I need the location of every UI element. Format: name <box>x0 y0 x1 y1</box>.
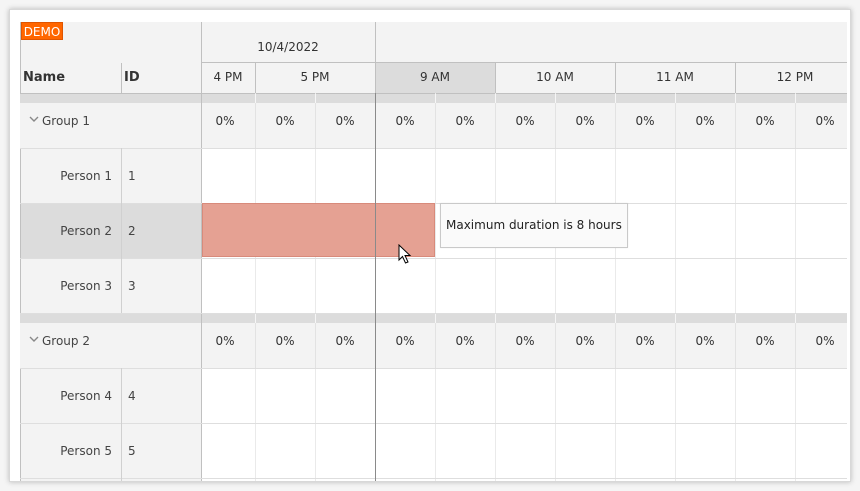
hour-header-12pm: 12 PM <box>776 70 814 84</box>
separator-tick <box>255 314 256 323</box>
row-name-person-1[interactable]: Person 1 <box>40 169 112 183</box>
row-line <box>20 423 847 424</box>
row-id-person-4: 4 <box>128 389 136 403</box>
hour-divider <box>615 63 616 93</box>
separator-tick <box>315 94 316 103</box>
separator-tick <box>675 94 676 103</box>
id-col-divider <box>121 368 122 481</box>
load-cell: 0% <box>635 114 655 128</box>
separator-tick <box>675 314 676 323</box>
chevron-down-icon[interactable] <box>28 333 40 345</box>
load-cell: 0% <box>395 334 415 348</box>
id-col-divider <box>121 148 122 313</box>
hour-divider <box>735 63 736 93</box>
load-cell: 0% <box>695 334 715 348</box>
row-id-person-2: 2 <box>128 224 136 238</box>
load-cell: 0% <box>755 334 775 348</box>
load-cell: 0% <box>515 334 535 348</box>
load-cell: 0% <box>755 114 775 128</box>
scheduler: DEMO Name ID 10/4/2022 4 PM 5 PM 9 AM 10… <box>20 22 847 481</box>
duration-tooltip: Maximum duration is 8 hours <box>440 203 628 248</box>
separator-tick <box>255 94 256 103</box>
group-label-1[interactable]: Group 1 <box>42 114 90 128</box>
separator-tick <box>795 94 796 103</box>
load-cell: 0% <box>515 114 535 128</box>
row-id-person-1: 1 <box>128 169 136 183</box>
row-id-person-5: 5 <box>128 444 136 458</box>
separator-tick <box>795 314 796 323</box>
separator-tick <box>735 314 736 323</box>
row-line <box>20 258 847 259</box>
day-separator-line <box>375 93 376 481</box>
row-id-person-3: 3 <box>128 279 136 293</box>
row-name-person-3[interactable]: Person 3 <box>40 279 112 293</box>
separator-tick <box>555 94 556 103</box>
load-cell: 0% <box>575 334 595 348</box>
load-cell: 0% <box>815 334 835 348</box>
date-header: 10/4/2022 <box>257 40 319 54</box>
separator-tick <box>435 94 436 103</box>
separator-tick <box>495 94 496 103</box>
header-divider <box>201 62 847 63</box>
load-cell: 0% <box>215 334 235 348</box>
group-separator <box>20 314 847 323</box>
load-cell: 0% <box>455 334 475 348</box>
load-cell: 0% <box>455 114 475 128</box>
demo-badge: DEMO <box>21 22 63 40</box>
row-name-person-5[interactable]: Person 5 <box>40 444 112 458</box>
hour-header-5pm: 5 PM <box>300 70 330 84</box>
hour-header-9am: 9 AM <box>419 70 450 84</box>
chevron-down-icon[interactable] <box>28 113 40 125</box>
load-cell: 0% <box>395 114 415 128</box>
hour-divider <box>255 63 256 93</box>
row-name-person-2[interactable]: Person 2 <box>40 224 112 238</box>
separator-tick <box>735 94 736 103</box>
group-label-2[interactable]: Group 2 <box>42 334 90 348</box>
separator-tick <box>615 94 616 103</box>
separator-tick <box>555 314 556 323</box>
load-cell: 0% <box>815 114 835 128</box>
row-line <box>20 148 847 149</box>
separator-tick <box>495 314 496 323</box>
load-cell: 0% <box>275 114 295 128</box>
load-cell: 0% <box>635 334 655 348</box>
load-cell: 0% <box>335 114 355 128</box>
column-header-id[interactable]: ID <box>124 63 140 92</box>
row-name-person-4[interactable]: Person 4 <box>40 389 112 403</box>
separator-tick <box>615 314 616 323</box>
header-col-divider <box>121 63 122 93</box>
mouse-pointer-icon <box>398 243 412 266</box>
separator-tick <box>435 314 436 323</box>
separator-tick <box>315 314 316 323</box>
app-frame: DEMO Name ID 10/4/2022 4 PM 5 PM 9 AM 10… <box>9 9 851 482</box>
row-line <box>20 478 847 479</box>
load-cell: 0% <box>275 334 295 348</box>
hour-header-10am: 10 AM <box>536 70 574 84</box>
hour-header-11am: 11 AM <box>656 70 694 84</box>
load-cell: 0% <box>335 334 355 348</box>
hour-divider <box>495 63 496 93</box>
hour-header-4pm: 4 PM <box>213 70 243 84</box>
row-line <box>20 368 847 369</box>
load-cell: 0% <box>695 114 715 128</box>
load-cell: 0% <box>215 114 235 128</box>
date-divider <box>375 22 376 93</box>
column-header-name[interactable]: Name <box>23 63 65 92</box>
load-cell: 0% <box>575 114 595 128</box>
group-separator <box>20 94 847 103</box>
